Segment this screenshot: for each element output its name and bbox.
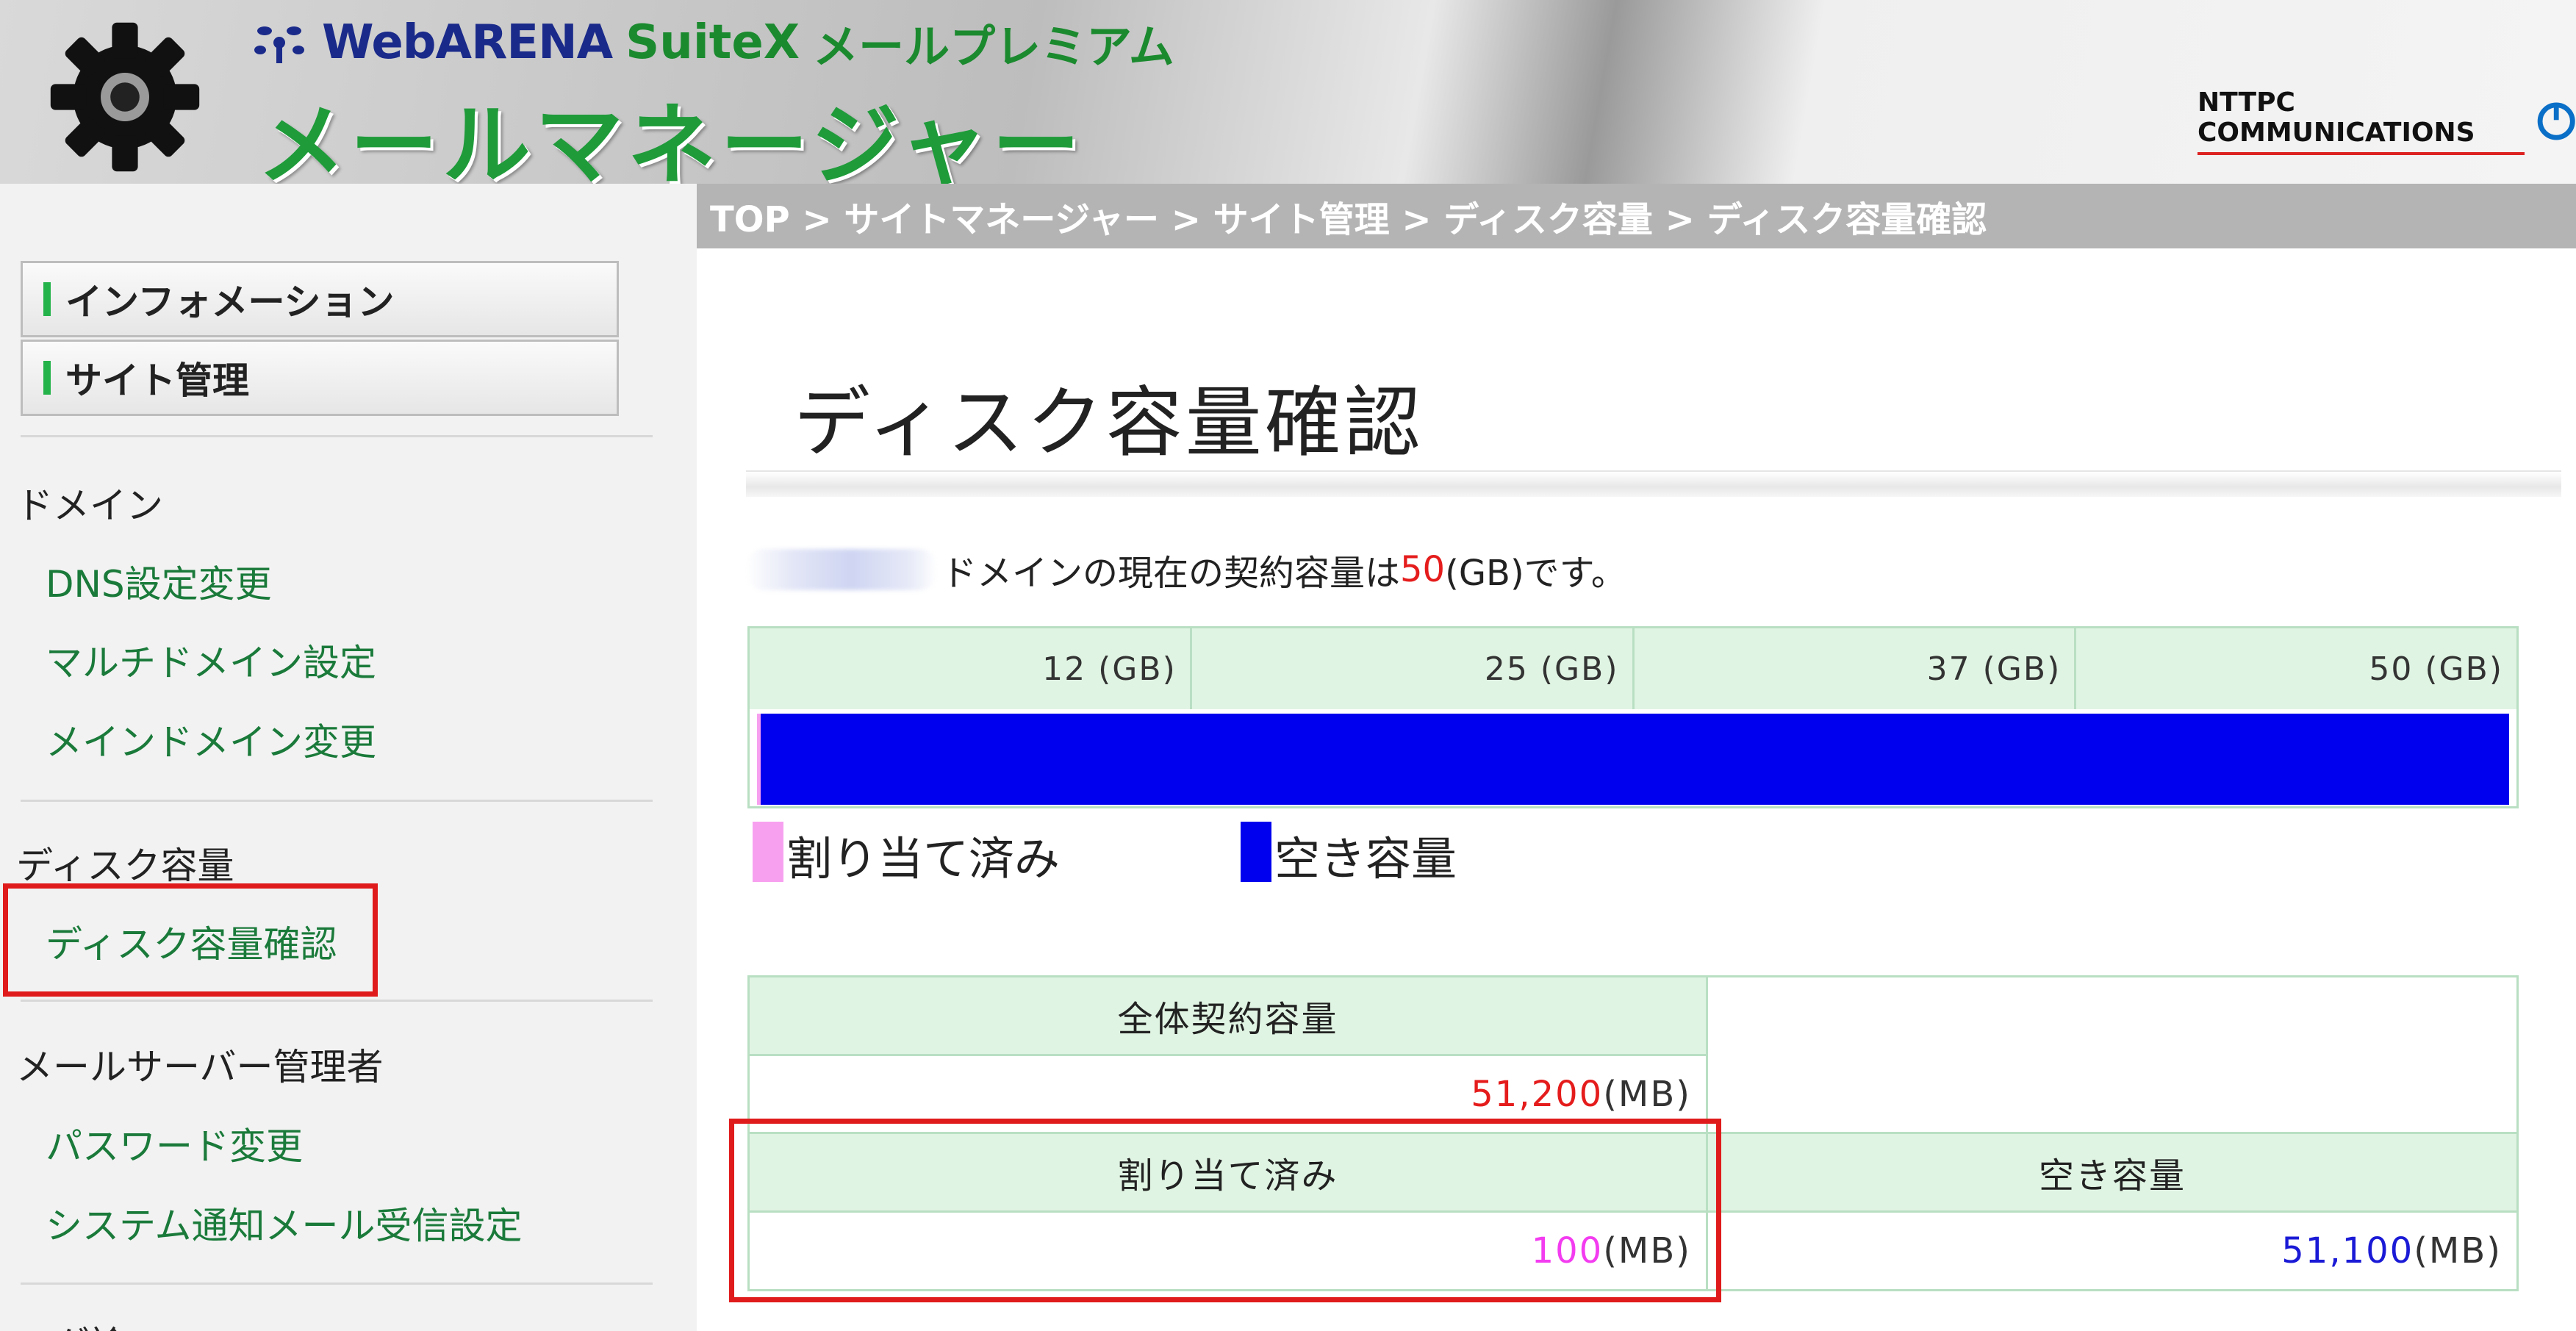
legend-used: 割り当て済み: [753, 822, 1060, 888]
sidebar-heading-log: ログ論: [16, 1316, 126, 1331]
sidebar-heading-domain: ドメイン: [16, 484, 163, 527]
green-bar-icon: [43, 361, 51, 395]
breadcrumb[interactable]: TOP > サイトマネージャー > サイト管理 > ディスク容量 > ディスク容…: [697, 184, 2576, 248]
legend-label-used: 割り当て済み: [786, 832, 1061, 886]
legend-swatch-used: [753, 822, 783, 882]
sidebar-divider: [21, 800, 653, 802]
sidebar-heading-disk: ディスク容量: [16, 844, 234, 887]
free-value: 51,100: [2281, 1230, 2414, 1271]
legend-label-free: 空き容量: [1274, 832, 1457, 886]
table-empty-cell: [1706, 975, 2519, 1134]
brand-webarena: WebARENA: [322, 15, 613, 70]
unit-label: (MB): [1603, 1074, 1691, 1115]
gauge-scale-label: 50 (GB): [2076, 628, 2516, 709]
sidebar-heading-mail-admin: メールサーバー管理者: [16, 1046, 384, 1088]
highlight-box-allocated: [729, 1119, 1721, 1302]
table-value-free: 51,100 (MB): [1706, 1210, 2519, 1291]
gauge-scale-label: 12 (GB): [750, 628, 1192, 709]
app-header: WebARENA SuiteX メールプレミアム メールマネージャー NTTPC…: [0, 0, 2576, 184]
brand-premium: メールプレミアム: [813, 20, 1174, 73]
unit-label: (MB): [2414, 1230, 2502, 1271]
sidebar-link-dns[interactable]: DNS設定変更: [46, 555, 272, 608]
gear-icon: [50, 22, 200, 172]
contract-summary: ドメインの現在の契約容量は 50 (GB)です。: [746, 544, 1626, 595]
sidebar-divider: [21, 435, 653, 437]
sidebar-link-notification[interactable]: システム通知メール受信設定: [46, 1197, 523, 1249]
contract-value: 50: [1400, 549, 1446, 590]
capacity-gauge: 12 (GB) 25 (GB) 37 (GB) 50 (GB): [747, 626, 2519, 808]
app-title: メールマネージャー: [257, 95, 1085, 184]
contract-suffix: (GB)です。: [1445, 553, 1626, 594]
sidebar-divider: [21, 1000, 653, 1002]
gauge-free-fill: [760, 714, 2509, 805]
legend-free: 空き容量: [1241, 822, 1457, 888]
sidebar-button-site-admin[interactable]: サイト管理: [21, 340, 619, 416]
legend-swatch-free: [1241, 822, 1271, 882]
sidebar-link-multidomain[interactable]: マルチドメイン設定: [46, 634, 376, 686]
brand-logo: WebARENA SuiteX メールプレミアム: [250, 13, 1174, 73]
sidebar-divider: [21, 1282, 653, 1285]
table-header-total: 全体契約容量: [747, 975, 1708, 1056]
gauge-track: [757, 714, 2509, 805]
ntt-logo-text: NTTPC COMMUNICATIONS: [2198, 87, 2525, 155]
brand-mark-icon: [254, 26, 304, 63]
sidebar-link-main-domain[interactable]: メインドメイン変更: [46, 713, 376, 766]
page-title: ディスク容量確認: [794, 378, 1424, 467]
brand-suitex: SuiteX: [625, 15, 800, 70]
ntt-ring-icon: [2537, 102, 2575, 140]
table-header-free: 空き容量: [1706, 1132, 2519, 1213]
sidebar-button-information[interactable]: インフォメーション: [21, 261, 619, 337]
gauge-scale: 12 (GB) 25 (GB) 37 (GB) 50 (GB): [750, 628, 2516, 709]
ntt-logo: NTTPC COMMUNICATIONS: [2198, 87, 2576, 155]
gauge-scale-label: 25 (GB): [1191, 628, 1635, 709]
domain-name-blurred: [746, 549, 937, 590]
total-value: 51,200: [1471, 1074, 1604, 1115]
sidebar-button-label: インフォメーション: [65, 281, 395, 323]
green-bar-icon: [43, 282, 51, 316]
gauge-scale-label: 37 (GB): [1634, 628, 2077, 709]
highlight-box-sidebar: [3, 883, 378, 997]
sidebar: インフォメーション サイト管理 ドメイン DNS設定変更 マルチドメイン設定 メ…: [0, 184, 697, 1331]
title-rule: [746, 470, 2561, 497]
sidebar-link-password[interactable]: パスワード変更: [46, 1117, 303, 1170]
sidebar-button-label: サイト管理: [65, 359, 249, 402]
contract-prefix: ドメインの現在の契約容量は: [941, 553, 1401, 594]
